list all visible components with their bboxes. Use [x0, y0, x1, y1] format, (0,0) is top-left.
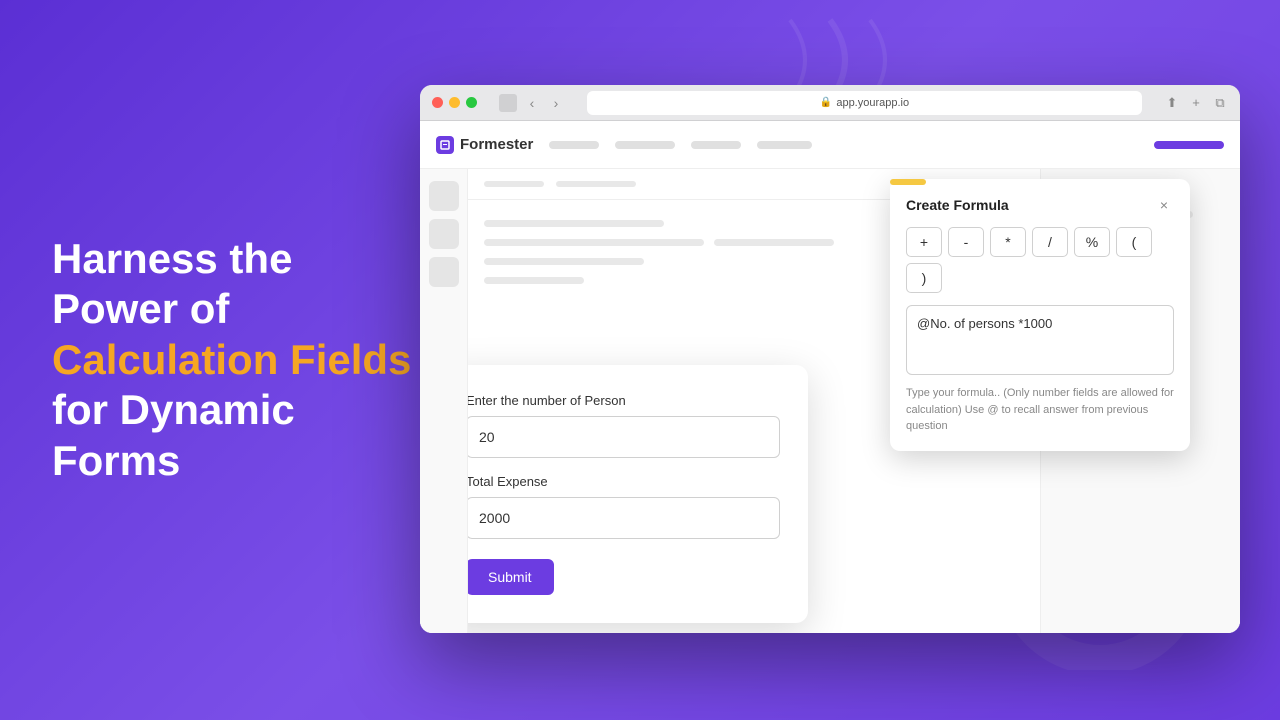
skeleton-line-3: [714, 239, 834, 246]
skeleton-line-2: [484, 239, 704, 246]
sidebar-item-2: [429, 219, 459, 249]
formula-hint: Type your formula.. (Only number fields …: [906, 385, 1174, 435]
skeleton-line-4: [484, 258, 644, 265]
hero-line4: Forms: [52, 437, 180, 484]
hero-line2: Power of: [52, 285, 229, 332]
formula-panel-title: Create Formula: [906, 197, 1009, 213]
lock-icon: 🔒: [820, 97, 832, 108]
submit-button[interactable]: Submit: [468, 559, 554, 595]
logo-svg: [440, 140, 450, 150]
header-nav-skeleton-3: [691, 141, 741, 149]
hero-line3: for Dynamic: [52, 386, 295, 433]
header-nav-skeleton-4: [757, 141, 812, 149]
browser-back-icon[interactable]: ‹: [523, 94, 541, 112]
hero-text: Harness the Power of Calculation Fields …: [52, 234, 412, 486]
formula-op-open-paren[interactable]: (: [1116, 227, 1152, 257]
browser-window: ‹ › 🔒 app.yourapp.io ⬆ + ⧉ Formeste: [420, 85, 1240, 633]
header-nav-skeleton-1: [549, 141, 599, 149]
browser-chrome: ‹ › 🔒 app.yourapp.io ⬆ + ⧉: [420, 85, 1240, 121]
header-cta-skeleton: [1154, 141, 1224, 149]
browser-forward-icon[interactable]: ›: [547, 94, 565, 112]
formula-text: @No. of persons *1000: [917, 316, 1163, 331]
field1-input[interactable]: [468, 416, 780, 458]
form-field-1: Enter the number of Person: [468, 393, 780, 474]
browser-content: Formester: [420, 121, 1240, 633]
formula-op-multiply[interactable]: *: [990, 227, 1026, 257]
formula-input-area[interactable]: @No. of persons *1000: [906, 305, 1174, 375]
field2-input[interactable]: [468, 497, 780, 539]
browser-split-icon[interactable]: ⧉: [1212, 95, 1228, 111]
formula-op-close-paren[interactable]: ): [906, 263, 942, 293]
browser-actions: ⬆ + ⧉: [1164, 95, 1228, 111]
browser-dot-red[interactable]: [432, 97, 443, 108]
browser-dot-yellow[interactable]: [449, 97, 460, 108]
formula-op-minus[interactable]: -: [948, 227, 984, 257]
app-body: Create Formula × + - * / % ( ) @No. of p…: [420, 169, 1240, 633]
browser-tab-icon: [499, 94, 517, 112]
skeleton-line-1: [484, 220, 664, 227]
browser-address-bar[interactable]: 🔒 app.yourapp.io: [587, 91, 1142, 115]
skeleton-line-5: [484, 277, 584, 284]
formester-logo: Formester: [436, 136, 533, 154]
sidebar-item-3: [429, 257, 459, 287]
field2-label: Total Expense: [468, 474, 780, 489]
formula-operators: + - * / % ( ): [906, 227, 1174, 293]
hero-line1: Harness the: [52, 235, 292, 282]
field1-label: Enter the number of Person: [468, 393, 780, 408]
sub-header-skeleton-2: [556, 181, 636, 187]
formula-panel: Create Formula × + - * / % ( ) @No. of p…: [890, 179, 1190, 451]
formula-op-divide[interactable]: /: [1032, 227, 1068, 257]
formula-panel-header: Create Formula ×: [906, 195, 1174, 215]
logo-text: Formester: [460, 136, 533, 153]
browser-nav: ‹ ›: [493, 94, 565, 112]
browser-address-text: app.yourapp.io: [836, 97, 909, 109]
sidebar-item-1: [429, 181, 459, 211]
browser-dot-green[interactable]: [466, 97, 477, 108]
hero-heading: Harness the Power of Calculation Fields …: [52, 234, 412, 486]
app-main: Create Formula × + - * / % ( ) @No. of p…: [468, 169, 1240, 633]
app-sidebar: [420, 169, 468, 633]
app-header: Formester: [420, 121, 1240, 169]
header-nav-skeleton-2: [615, 141, 675, 149]
sub-header-skeleton-1: [484, 181, 544, 187]
form-preview-card: Enter the number of Person Total Expense…: [468, 365, 808, 623]
browser-share-icon[interactable]: ⬆: [1164, 95, 1180, 111]
hero-highlight: Calculation Fields: [52, 336, 411, 383]
browser-new-tab-icon[interactable]: +: [1188, 95, 1204, 111]
formula-accent: [890, 179, 926, 185]
formester-logo-icon: [436, 136, 454, 154]
form-field-2: Total Expense: [468, 474, 780, 555]
formula-op-plus[interactable]: +: [906, 227, 942, 257]
formula-op-percent[interactable]: %: [1074, 227, 1110, 257]
formula-close-button[interactable]: ×: [1154, 195, 1174, 215]
